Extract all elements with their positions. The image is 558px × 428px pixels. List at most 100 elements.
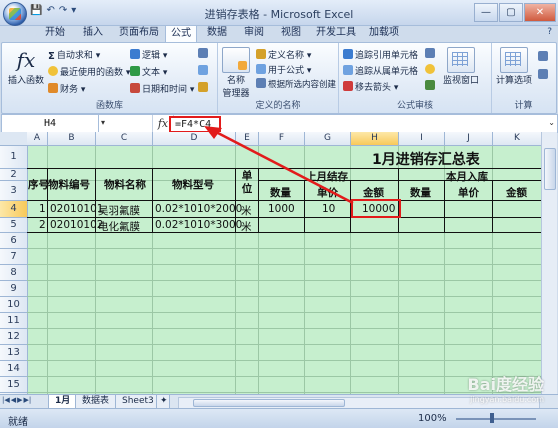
cell-e5[interactable]: 米 (241, 219, 252, 234)
watermark-main: Bai度经验 (467, 375, 544, 394)
evaluate-formula-button[interactable] (425, 80, 437, 92)
formula-input[interactable]: =F4*C4 (169, 116, 221, 133)
cell-d5[interactable]: 0.02*1010*3000 (155, 219, 242, 231)
row-header-9[interactable]: 9 (0, 281, 28, 297)
text-button[interactable]: 文本 ▾ (130, 65, 167, 78)
sheet-tab-data[interactable]: 数据表 (75, 395, 117, 409)
row-header-7[interactable]: 7 (0, 249, 28, 265)
close-button[interactable]: ✕ (524, 3, 556, 22)
use-in-formula-button[interactable]: 用于公式 ▾ (256, 63, 311, 76)
row-header-3[interactable]: 3 (0, 181, 28, 201)
calc-sheet-button[interactable] (538, 69, 550, 81)
tab-review[interactable]: 审阅 (239, 25, 269, 41)
datetime-button[interactable]: 日期和时间 ▾ (130, 82, 194, 95)
header-code: 物料编号 (48, 179, 90, 191)
row-header-14[interactable]: 14 (0, 361, 28, 377)
column-header-j[interactable]: J (445, 132, 493, 146)
cell-g4[interactable]: 10 (322, 203, 335, 215)
name-box-dropdown-icon[interactable]: ▾ (101, 118, 105, 127)
insert-sheet-icon[interactable]: ✦ (156, 395, 170, 409)
cell-e4[interactable]: 米 (241, 203, 252, 218)
row-header-15[interactable]: 15 (0, 377, 28, 393)
tab-page-layout[interactable]: 页面布局 (114, 25, 164, 41)
column-header-f[interactable]: F (259, 132, 305, 146)
lookup-button[interactable] (198, 48, 210, 60)
math-button[interactable] (198, 65, 210, 77)
error-check-button[interactable] (425, 64, 437, 76)
tab-data[interactable]: 数据 (202, 25, 232, 41)
cell-d4[interactable]: 0.02*1010*2000 (155, 203, 242, 215)
column-header-i[interactable]: I (399, 132, 445, 146)
column-header-e[interactable]: E (236, 132, 259, 146)
tab-developer[interactable]: 开发工具 (311, 25, 361, 41)
minimize-button[interactable]: — (474, 3, 498, 22)
last-sheet-icon[interactable]: ▶| (24, 396, 32, 404)
column-header-a[interactable]: A (27, 132, 48, 146)
cell-b4[interactable]: 02010101 (50, 203, 103, 215)
autosum-button[interactable]: 自动求和 ▾ (48, 48, 100, 61)
trace-precedents-button[interactable]: 追踪引用单元格 (343, 48, 418, 61)
tab-formulas[interactable]: 公式 (165, 25, 197, 43)
row-header-4[interactable]: 4 (0, 201, 28, 218)
zoom-slider[interactable] (456, 418, 536, 420)
name-box[interactable]: H4 (2, 115, 99, 132)
worksheet-grid[interactable]: A B C D E F G H I J K 1 2 3 4 5 6 7 8 9 … (0, 132, 541, 394)
horizontal-scroll-thumb[interactable] (193, 399, 345, 407)
sheet-tab-jan[interactable]: 1月 (48, 395, 78, 409)
column-header-c[interactable]: C (96, 132, 153, 146)
sheet-tab-sheet3[interactable]: Sheet3 (115, 395, 161, 409)
cell-c4[interactable]: 吴羽氟膜 (98, 203, 140, 218)
show-formulas-icon (425, 48, 435, 58)
cell-f4[interactable]: 1000 (268, 203, 295, 215)
tab-view[interactable]: 视图 (276, 25, 306, 41)
cell-a5[interactable]: 2 (39, 219, 46, 231)
column-header-d[interactable]: D (153, 132, 236, 146)
row-header-2[interactable]: 2 (0, 169, 28, 181)
recent-functions-button[interactable]: 最近使用的函数 ▾ (48, 65, 130, 78)
show-formulas-button[interactable] (425, 48, 437, 60)
tab-addins[interactable]: 加载项 (364, 25, 404, 41)
trace-dependents-button[interactable]: 追踪从属单元格 (343, 64, 418, 77)
vertical-scrollbar[interactable] (541, 132, 557, 394)
row-header-11[interactable]: 11 (0, 313, 28, 329)
define-name-button[interactable]: 定义名称 ▾ (256, 48, 311, 61)
more-functions-button[interactable] (198, 82, 210, 94)
row-header-6[interactable]: 6 (0, 233, 28, 249)
remove-arrows-button[interactable]: 移去箭头 ▾ (343, 80, 398, 93)
row-header-13[interactable]: 13 (0, 345, 28, 361)
cell-a4[interactable]: 1 (39, 203, 46, 215)
row-header-10[interactable]: 10 (0, 297, 28, 313)
help-icon[interactable]: ? (547, 27, 552, 37)
row-header-12[interactable]: 12 (0, 329, 28, 345)
financial-button[interactable]: 财务 ▾ (48, 82, 85, 95)
select-all-corner[interactable] (0, 132, 28, 146)
insert-function-button[interactable]: fx 插入函数 (8, 47, 44, 86)
next-sheet-icon[interactable]: ▶ (17, 396, 22, 404)
formula-bar: H4 ▾ fx =F4*C4 ⌄ (1, 114, 558, 133)
row-header-1[interactable]: 1 (0, 146, 28, 169)
cell-c5[interactable]: 电化氟膜 (98, 219, 140, 234)
vertical-scroll-thumb[interactable] (544, 148, 556, 190)
row-header-8[interactable]: 8 (0, 265, 28, 281)
trace-precedents-icon (343, 49, 353, 59)
logical-button[interactable]: 逻辑 ▾ (130, 48, 167, 61)
name-manager-button[interactable]: 名称 管理器 (222, 47, 250, 99)
expand-formula-bar-icon[interactable]: ⌄ (548, 118, 555, 127)
calc-options-button[interactable]: 计算选项 (496, 47, 532, 86)
first-sheet-icon[interactable]: |◀ (2, 396, 10, 404)
row-header-5[interactable]: 5 (0, 218, 28, 233)
calc-now-button[interactable] (538, 51, 550, 63)
column-header-b[interactable]: B (48, 132, 96, 146)
column-header-g[interactable]: G (305, 132, 351, 146)
zoom-level[interactable]: 100% (418, 413, 447, 424)
tab-home[interactable]: 开始 (40, 25, 70, 41)
create-from-selection-button[interactable]: 根据所选内容创建 (256, 78, 336, 90)
column-header-h[interactable]: H (351, 132, 399, 146)
column-header-k[interactable]: K (493, 132, 541, 146)
prev-sheet-icon[interactable]: ◀ (11, 396, 16, 404)
tab-insert[interactable]: 插入 (78, 25, 108, 41)
maximize-button[interactable]: ▢ (499, 3, 523, 22)
zoom-slider-knob[interactable] (490, 413, 494, 423)
watch-window-button[interactable]: 监视窗口 (443, 47, 479, 86)
cell-b5[interactable]: 02010102 (50, 219, 103, 231)
